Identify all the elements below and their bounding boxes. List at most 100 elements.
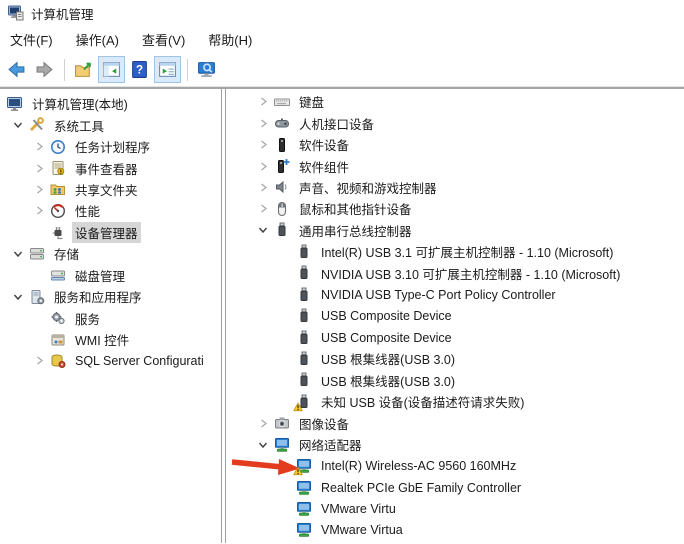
- tree-item-label: 键盘: [299, 96, 325, 111]
- tree-item-label: 服务和应用程序: [54, 291, 142, 306]
- tree-item[interactable]: 图像设备: [226, 413, 684, 434]
- tree-item[interactable]: USB Composite Device: [226, 327, 684, 348]
- tree-item[interactable]: Realtek PCIe GbE Family Controller: [226, 477, 684, 498]
- tree-item-label: 性能: [75, 205, 101, 220]
- network-warning-icon: [293, 458, 313, 476]
- tree-item[interactable]: 通用串行总线控制器: [226, 220, 684, 241]
- action-pane-window-icon: [158, 60, 177, 79]
- chevron-right-icon[interactable]: [253, 97, 273, 106]
- tree-item-label: 任务计划程序: [75, 141, 151, 156]
- software-component-icon: [273, 158, 291, 174]
- tree-item[interactable]: 软件组件: [226, 155, 684, 176]
- show-console-tree-button[interactable]: [98, 56, 125, 83]
- tree-item-label: USB Composite Device: [321, 309, 452, 324]
- tree-item[interactable]: Intel(R) Wireless-AC 9560 160MHz: [226, 455, 684, 476]
- tree-item[interactable]: 计算机管理(本地): [0, 93, 221, 114]
- tree-item[interactable]: WMI 控件: [0, 329, 221, 350]
- mouse-icon: [273, 201, 291, 217]
- services-icon: [49, 310, 67, 326]
- back-arrow-icon: [7, 60, 26, 79]
- chevron-right-icon[interactable]: [29, 185, 49, 194]
- chevron-right-icon[interactable]: [29, 206, 49, 215]
- chevron-down-icon[interactable]: [8, 120, 28, 130]
- tree-item[interactable]: 软件设备: [226, 134, 684, 155]
- console-view-button[interactable]: [193, 56, 220, 83]
- tree-item[interactable]: Intel(R) USB 3.1 可扩展主机控制器 - 1.10 (Micros…: [226, 241, 684, 262]
- tree-item[interactable]: 系统工具: [0, 114, 221, 135]
- title-bar: 计算机管理: [0, 0, 684, 26]
- tree-item-label: 未知 USB 设备(设备描述符请求失败): [321, 396, 525, 411]
- chevron-right-icon[interactable]: [253, 119, 273, 128]
- chevron-right-icon[interactable]: [29, 164, 49, 173]
- back-button[interactable]: [3, 56, 30, 83]
- chevron-right-icon[interactable]: [253, 162, 273, 171]
- tree-item[interactable]: VMware Virtu: [226, 498, 684, 519]
- forward-button[interactable]: [31, 56, 58, 83]
- software-device-icon: [273, 137, 291, 153]
- chevron-down-icon[interactable]: [253, 440, 273, 450]
- tree-item[interactable]: USB Composite Device: [226, 305, 684, 326]
- usb-icon: [295, 351, 313, 367]
- chevron-down-icon[interactable]: [8, 249, 28, 259]
- tree-item[interactable]: 未知 USB 设备(设备描述符请求失败): [226, 391, 684, 412]
- tree-item[interactable]: NVIDIA USB 3.10 可扩展主机控制器 - 1.10 (Microso…: [226, 263, 684, 284]
- menu-file[interactable]: 文件(F): [1, 26, 62, 53]
- chevron-right-icon[interactable]: [253, 419, 273, 428]
- tree-item[interactable]: USB 根集线器(USB 3.0): [226, 370, 684, 391]
- tree-item-label: SQL Server Configurati: [75, 353, 204, 368]
- tree-item[interactable]: 键盘: [226, 91, 684, 112]
- folder-up-icon: [74, 60, 93, 79]
- menu-view[interactable]: 查看(V): [133, 26, 194, 53]
- chevron-right-icon[interactable]: [29, 356, 49, 365]
- up-level-button[interactable]: [70, 56, 97, 83]
- sql-server-icon: [49, 353, 67, 369]
- tree-item-label: NVIDIA USB 3.10 可扩展主机控制器 - 1.10 (Microso…: [321, 267, 621, 282]
- tree-item[interactable]: 服务: [0, 307, 221, 328]
- tree-item[interactable]: 磁盘管理: [0, 265, 221, 286]
- chevron-down-icon[interactable]: [8, 292, 28, 302]
- usb-icon: [295, 244, 313, 260]
- chevron-right-icon[interactable]: [29, 142, 49, 151]
- tools-icon: [28, 117, 46, 133]
- wmi-icon: [49, 332, 67, 348]
- chevron-right-icon[interactable]: [253, 204, 273, 213]
- usb-icon: [295, 265, 313, 281]
- tree-item-label: Intel(R) USB 3.1 可扩展主机控制器 - 1.10 (Micros…: [321, 246, 614, 261]
- tree-item[interactable]: 人机接口设备: [226, 112, 684, 133]
- tree-item-label: 磁盘管理: [75, 269, 126, 284]
- tree-item-label: 存储: [54, 248, 80, 263]
- tree-item[interactable]: 共享文件夹: [0, 179, 221, 200]
- tree-item[interactable]: 任务计划程序: [0, 136, 221, 157]
- tree-item[interactable]: 设备管理器: [0, 221, 221, 243]
- tree-item[interactable]: 存储: [0, 243, 221, 264]
- tree-item-label: 人机接口设备: [299, 117, 375, 132]
- tree-item[interactable]: 鼠标和其他指针设备: [226, 198, 684, 219]
- services-apps-icon: [28, 289, 46, 305]
- tree-item-label: 通用串行总线控制器: [299, 224, 412, 239]
- tree-item-label: 软件组件: [299, 160, 350, 175]
- tree-item[interactable]: 声音、视频和游戏控制器: [226, 177, 684, 198]
- chevron-right-icon[interactable]: [253, 140, 273, 149]
- tree-item[interactable]: VMware Virtua: [226, 520, 684, 541]
- tree-item[interactable]: 事件查看器: [0, 157, 221, 178]
- tree-item[interactable]: SQL Server Configurati: [0, 350, 221, 371]
- disk-management-icon: [49, 267, 67, 283]
- window-title: 计算机管理: [31, 7, 94, 22]
- show-action-pane-button[interactable]: [154, 56, 181, 83]
- device-manager-icon: [49, 224, 67, 240]
- chevron-down-icon[interactable]: [253, 225, 273, 235]
- help-button[interactable]: ?: [126, 56, 153, 83]
- tree-item[interactable]: 网络适配器: [226, 434, 684, 455]
- usb-icon: [295, 372, 313, 388]
- tree-item[interactable]: 服务和应用程序: [0, 286, 221, 307]
- computer-icon: [6, 96, 24, 112]
- menu-action[interactable]: 操作(A): [67, 26, 128, 53]
- tree-item[interactable]: 性能: [0, 200, 221, 221]
- tree-item-label: 鼠标和其他指针设备: [299, 203, 412, 218]
- chevron-right-icon[interactable]: [253, 183, 273, 192]
- usb-icon: [295, 330, 313, 346]
- shared-folder-icon: [49, 181, 67, 197]
- tree-item[interactable]: NVIDIA USB Type-C Port Policy Controller: [226, 284, 684, 305]
- tree-item[interactable]: USB 根集线器(USB 3.0): [226, 348, 684, 369]
- menu-help[interactable]: 帮助(H): [199, 26, 261, 53]
